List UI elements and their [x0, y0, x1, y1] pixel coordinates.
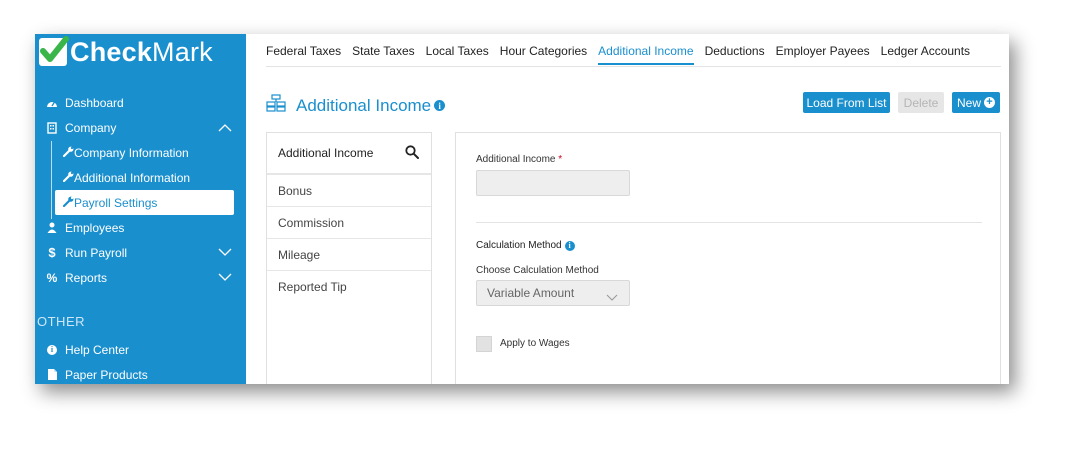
- list-item[interactable]: Bonus: [267, 175, 431, 207]
- calculation-method-title: Calculation Method i: [476, 240, 575, 251]
- list-item[interactable]: Reported Tip: [267, 271, 431, 302]
- dollar-icon: $: [48, 245, 56, 260]
- new-button-label: New: [956, 95, 981, 110]
- sidebar-subitem-company-information[interactable]: Company Information: [35, 140, 246, 165]
- tab-ledger-accounts[interactable]: Ledger Accounts: [881, 44, 970, 65]
- additional-income-input[interactable]: [476, 170, 630, 196]
- wrench-icon: [62, 171, 74, 185]
- tab-federal-taxes[interactable]: Federal Taxes: [266, 44, 341, 65]
- tab-local-taxes[interactable]: Local Taxes: [426, 44, 489, 65]
- apply-to-wages-checkbox[interactable]: [476, 336, 492, 352]
- sidebar-item-label: Dashboard: [65, 95, 124, 110]
- sidebar-item-label: Company: [65, 120, 117, 135]
- sidebar-item-label: Help Center: [65, 342, 130, 357]
- dashboard-icon: [45, 96, 59, 110]
- sidebar-item-label: Payroll Settings: [74, 195, 158, 210]
- sidebar-subitem-additional-information[interactable]: Additional Information: [35, 165, 246, 190]
- sidebar-item-label: Reports: [65, 270, 108, 285]
- sidebar: CheckMark Dashboard Company Company Info…: [35, 34, 246, 384]
- calculation-method-title-text: Calculation Method: [476, 240, 562, 251]
- delete-button[interactable]: Delete: [898, 92, 944, 113]
- tab-hour-categories[interactable]: Hour Categories: [500, 44, 587, 65]
- wrench-icon: [62, 196, 74, 210]
- sidebar-item-paper-products[interactable]: Paper Products: [35, 362, 246, 384]
- sidebar-item-help-center[interactable]: i Help Center: [35, 337, 246, 362]
- chevron-down-icon: [606, 290, 618, 304]
- user-icon: [45, 221, 59, 235]
- tab-employer-payees[interactable]: Employer Payees: [776, 44, 870, 65]
- tab-additional-income[interactable]: Additional Income: [598, 44, 694, 65]
- calculation-method-select[interactable]: Variable Amount: [476, 280, 630, 306]
- sidebar-item-label: Employees: [65, 220, 125, 235]
- plus-circle-icon: +: [984, 97, 995, 108]
- document-icon: [45, 368, 59, 382]
- income-list-header: Additional Income: [267, 133, 431, 175]
- app-window: CheckMark Dashboard Company Company Info…: [35, 34, 1009, 384]
- sidebar-item-label: Run Payroll: [65, 245, 128, 260]
- sidebar-item-company[interactable]: Company: [35, 115, 246, 140]
- chevron-up-icon[interactable]: [218, 121, 232, 135]
- sidebar-item-label: Additional Information: [74, 170, 191, 185]
- tabs-divider: [266, 66, 1001, 67]
- building-icon: [45, 121, 59, 135]
- page-title-text: Additional Income: [296, 95, 432, 115]
- sidebar-item-reports[interactable]: % Reports: [35, 265, 246, 290]
- settings-tabs: Federal Taxes State Taxes Local Taxes Ho…: [266, 44, 981, 65]
- tab-state-taxes[interactable]: State Taxes: [352, 44, 414, 65]
- load-from-list-button[interactable]: Load From List: [803, 92, 890, 113]
- apply-to-wages-label: Apply to Wages: [500, 338, 570, 349]
- money-stack-icon: [266, 93, 286, 118]
- wrench-icon: [62, 146, 74, 160]
- additional-income-label-text: Additional Income: [476, 154, 556, 165]
- submenu-guide-line: [51, 141, 52, 219]
- sidebar-item-dashboard[interactable]: Dashboard: [35, 90, 246, 115]
- new-button[interactable]: New +: [952, 92, 1000, 113]
- calculation-method-value: Variable Amount: [487, 286, 575, 300]
- sidebar-nav: Dashboard Company Company Information Ad…: [35, 90, 246, 290]
- tab-deductions[interactable]: Deductions: [705, 44, 765, 65]
- info-icon[interactable]: i: [564, 240, 575, 251]
- checkmark-logo-icon: [39, 36, 69, 66]
- list-item[interactable]: Commission: [267, 207, 431, 239]
- logo[interactable]: CheckMark: [39, 36, 213, 68]
- income-list-panel: Additional Income Bonus Commission Milea…: [266, 132, 432, 384]
- info-icon[interactable]: i: [434, 100, 446, 111]
- info-icon: i: [45, 343, 59, 357]
- sidebar-item-employees[interactable]: Employees: [35, 215, 246, 240]
- sidebar-section-other: OTHER: [37, 314, 85, 329]
- chevron-down-icon[interactable]: [218, 271, 232, 285]
- form-divider: [476, 222, 982, 223]
- income-form-panel: Additional Income * Calculation Method i…: [455, 132, 1001, 384]
- logo-text: CheckMark: [70, 36, 213, 67]
- sidebar-item-run-payroll[interactable]: $ Run Payroll: [35, 240, 246, 265]
- sidebar-subitem-payroll-settings[interactable]: Payroll Settings: [55, 190, 234, 215]
- income-list-title: Additional Income: [278, 146, 374, 160]
- page-title: Additional Income i: [266, 93, 446, 118]
- sidebar-item-label: Paper Products: [65, 367, 148, 382]
- required-marker: *: [558, 154, 563, 165]
- additional-income-label: Additional Income *: [476, 154, 562, 165]
- chevron-down-icon[interactable]: [218, 246, 232, 260]
- sidebar-nav-other: i Help Center Paper Products: [35, 337, 246, 384]
- search-icon[interactable]: [405, 145, 419, 162]
- sidebar-item-label: Company Information: [74, 145, 189, 160]
- choose-calculation-method-label: Choose Calculation Method: [476, 265, 599, 276]
- list-item[interactable]: Mileage: [267, 239, 431, 271]
- percent-icon: %: [46, 270, 58, 285]
